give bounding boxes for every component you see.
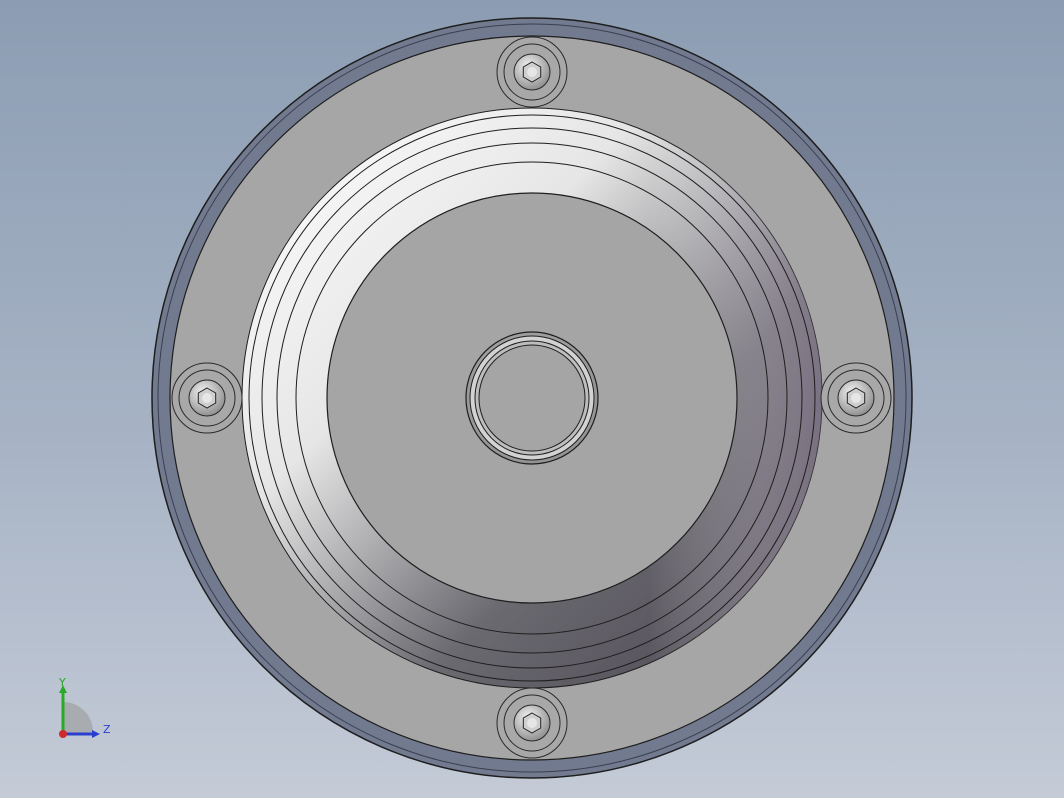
x-axis-point [59,730,67,738]
z-axis-arrow [92,730,100,738]
z-axis-label: Z [103,723,111,736]
model-view[interactable] [0,0,1064,798]
graphics-viewport[interactable]: Y Z [0,0,1064,798]
triad-plane-shading [63,702,93,734]
bolt-right[interactable] [820,362,892,434]
y-axis-label: Y [58,676,66,689]
center-boss-face [478,344,586,452]
bolt-left[interactable] [171,362,243,434]
bolt-bottom[interactable] [496,687,568,759]
bolt-top[interactable] [496,36,568,108]
orientation-triad: Y Z [58,676,111,738]
